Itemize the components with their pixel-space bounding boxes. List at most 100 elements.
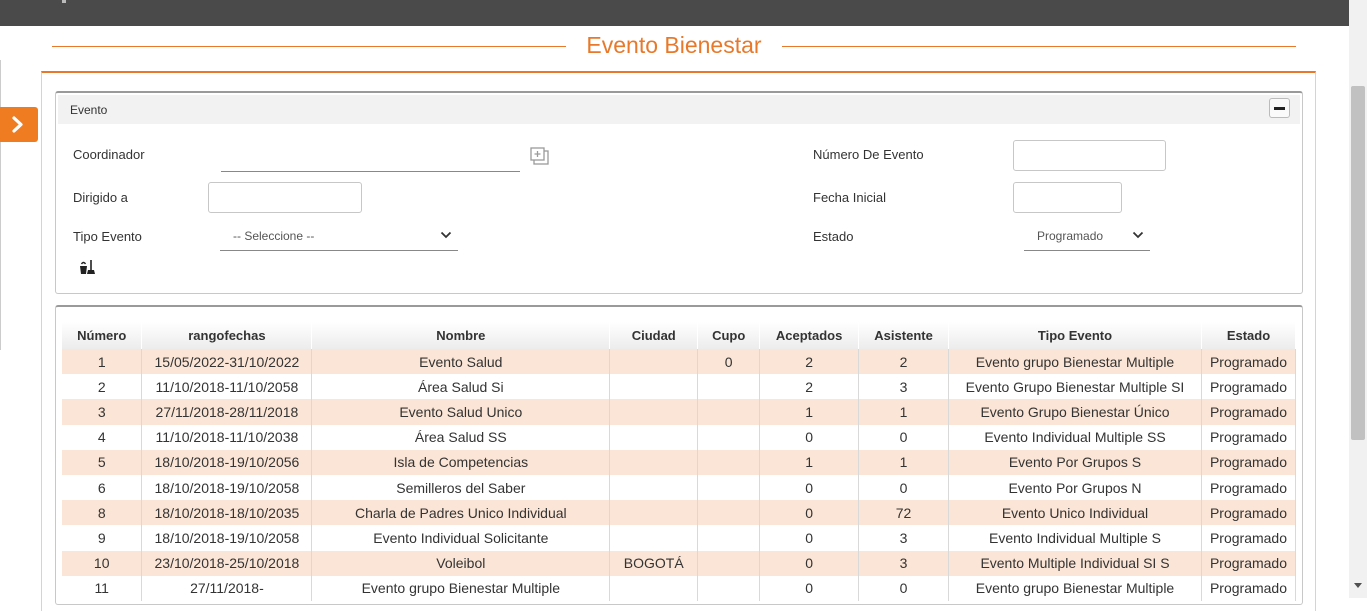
title-divider-left <box>52 46 566 47</box>
column-header[interactable]: Número <box>62 322 143 349</box>
title-divider-right <box>782 46 1296 47</box>
table-cell <box>609 424 699 450</box>
table-cell: Programado <box>1201 374 1297 400</box>
fecha-inicial-input[interactable] <box>1013 182 1122 213</box>
page-scrollbar[interactable] <box>1349 0 1367 598</box>
table-cell: Programado <box>1201 474 1297 501</box>
table-cell: Programado <box>1201 349 1297 375</box>
table-cell: 2 <box>62 374 143 400</box>
table-cell: 8 <box>62 500 143 526</box>
scroll-down-arrow-icon[interactable] <box>1354 583 1362 588</box>
tipo-evento-select[interactable]: -- Seleccione -- <box>220 223 458 251</box>
table-row[interactable]: 2 11/10/2018-11/10/2058 Área Salud Si 2 3 Eve… <box>62 374 1297 400</box>
topbar-fragment <box>62 0 66 3</box>
table-cell <box>609 374 699 400</box>
table-cell <box>697 500 761 526</box>
tipo-evento-selected: -- Seleccione -- <box>233 229 315 243</box>
column-header[interactable]: rangofechas <box>141 322 313 349</box>
sidebar-toggle-button[interactable] <box>0 107 38 142</box>
table-cell: 6 <box>62 474 143 501</box>
collapse-button[interactable] <box>1269 98 1290 118</box>
dirigido-label: Dirigido a <box>73 190 128 205</box>
estado-selected: Programado <box>1037 229 1104 243</box>
table-cell: 11/10/2018-11/10/2058 <box>141 374 313 400</box>
table-row[interactable]: 6 18/10/2018-19/10/2058 Semilleros del Sab… <box>62 474 1297 501</box>
table-cell: 0 <box>858 424 950 450</box>
top-bar <box>0 0 1349 26</box>
table-row[interactable]: 11 27/11/2018- Evento grupo Bienestar Mult… <box>62 575 1297 601</box>
table-cell: 1 <box>858 399 950 425</box>
table-cell: Evento Individual Multiple SS <box>948 424 1202 450</box>
table-cell: 11/10/2018-11/10/2038 <box>141 424 313 450</box>
table-cell <box>697 374 761 400</box>
table-cell: Evento Salud Unico <box>311 399 611 425</box>
lookup-add-icon[interactable] <box>530 147 550 166</box>
column-header[interactable]: Ciudad <box>609 322 699 349</box>
table-cell: 0 <box>759 474 860 501</box>
table-cell: 3 <box>858 550 950 576</box>
scrollbar-thumb[interactable] <box>1351 86 1365 440</box>
table-row[interactable]: 9 18/10/2018-19/10/2058 Evento Individual … <box>62 525 1297 551</box>
table-cell <box>697 399 761 425</box>
column-header[interactable]: Nombre <box>311 322 611 349</box>
table-row[interactable]: 5 18/10/2018-19/10/2056 Isla de Competenci… <box>62 449 1297 475</box>
numero-evento-input[interactable] <box>1013 140 1166 171</box>
table-cell: 1 <box>759 399 860 425</box>
clean-broom-icon[interactable] <box>78 259 97 276</box>
column-header[interactable]: Estado <box>1201 322 1297 349</box>
column-header[interactable]: Cupo <box>697 322 761 349</box>
fecha-inicial-label: Fecha Inicial <box>813 190 886 205</box>
chevron-right-icon <box>12 116 23 133</box>
table-cell: 10 <box>62 550 143 576</box>
estado-label: Estado <box>813 229 854 244</box>
column-header[interactable]: Asistente <box>858 322 950 349</box>
table-cell: Programado <box>1201 399 1297 425</box>
table-cell: 5 <box>62 449 143 475</box>
coordinador-input[interactable] <box>221 150 520 172</box>
table-cell: Evento Grupo Bienestar Multiple SI <box>948 374 1202 400</box>
table-cell <box>697 424 761 450</box>
table-cell: Evento grupo Bienestar Multiple <box>948 575 1202 601</box>
table-row[interactable]: 4 11/10/2018-11/10/2038 Área Salud SS 0 0 Eve… <box>62 424 1297 450</box>
table-cell: Evento Individual Multiple S <box>948 525 1202 551</box>
table-cell: 0 <box>858 575 950 601</box>
table-row[interactable]: 3 27/11/2018-28/11/2018 Evento Salud Unico… <box>62 399 1297 425</box>
chevron-down-icon <box>1132 231 1144 239</box>
table-cell: Evento grupo Bienestar Multiple <box>948 349 1202 375</box>
table-cell <box>609 500 699 526</box>
table-cell: Programado <box>1201 449 1297 475</box>
page-title: Evento Bienestar <box>586 32 762 58</box>
table-row[interactable]: 1 15/05/2022-31/10/2022 Evento Salud 0 2 2 Eve… <box>62 349 1297 375</box>
table-cell: Evento Individual Solicitante <box>311 525 611 551</box>
table-cell: 2 <box>759 349 860 375</box>
sidebar-edge <box>0 60 1 350</box>
column-header[interactable]: Tipo Evento <box>948 322 1202 349</box>
table-header-row: Número rangofechas Nombre Ciudad Cupo Ac… <box>62 322 1297 349</box>
table-row[interactable]: 8 18/10/2018-18/10/2035 Charla de Padres U… <box>62 500 1297 526</box>
table-cell: 0 <box>697 349 761 375</box>
table-cell: Evento Salud <box>311 349 611 375</box>
table-cell <box>609 474 699 501</box>
table-cell <box>609 399 699 425</box>
tipo-evento-label: Tipo Evento <box>73 229 142 244</box>
table-cell <box>697 575 761 601</box>
table-cell: Voleibol <box>311 550 611 576</box>
table-cell: Semilleros del Saber <box>311 474 611 501</box>
table-row[interactable]: 10 23/10/2018-25/10/2018 Voleibol BOGOTÁ 0 3 E… <box>62 550 1297 576</box>
minus-icon <box>1274 107 1285 110</box>
table-cell: BOGOTÁ <box>609 550 699 576</box>
table-cell: Programado <box>1201 575 1297 601</box>
table-cell: 18/10/2018-19/10/2058 <box>141 525 313 551</box>
table-cell: Evento grupo Bienestar Multiple <box>311 575 611 601</box>
table-cell: 0 <box>759 424 860 450</box>
estado-select[interactable]: Programado <box>1024 223 1150 251</box>
column-header[interactable]: Aceptados <box>759 322 860 349</box>
table-cell: Charla de Padres Unico Individual <box>311 500 611 526</box>
table-cell: 15/05/2022-31/10/2022 <box>141 349 313 375</box>
table-cell: 0 <box>759 500 860 526</box>
table-cell: Evento Grupo Bienestar Único <box>948 399 1202 425</box>
table-cell: 11 <box>62 575 143 601</box>
page-header: Evento Bienestar <box>52 30 1296 64</box>
table-cell: Programado <box>1201 424 1297 450</box>
dirigido-input[interactable] <box>208 182 362 213</box>
